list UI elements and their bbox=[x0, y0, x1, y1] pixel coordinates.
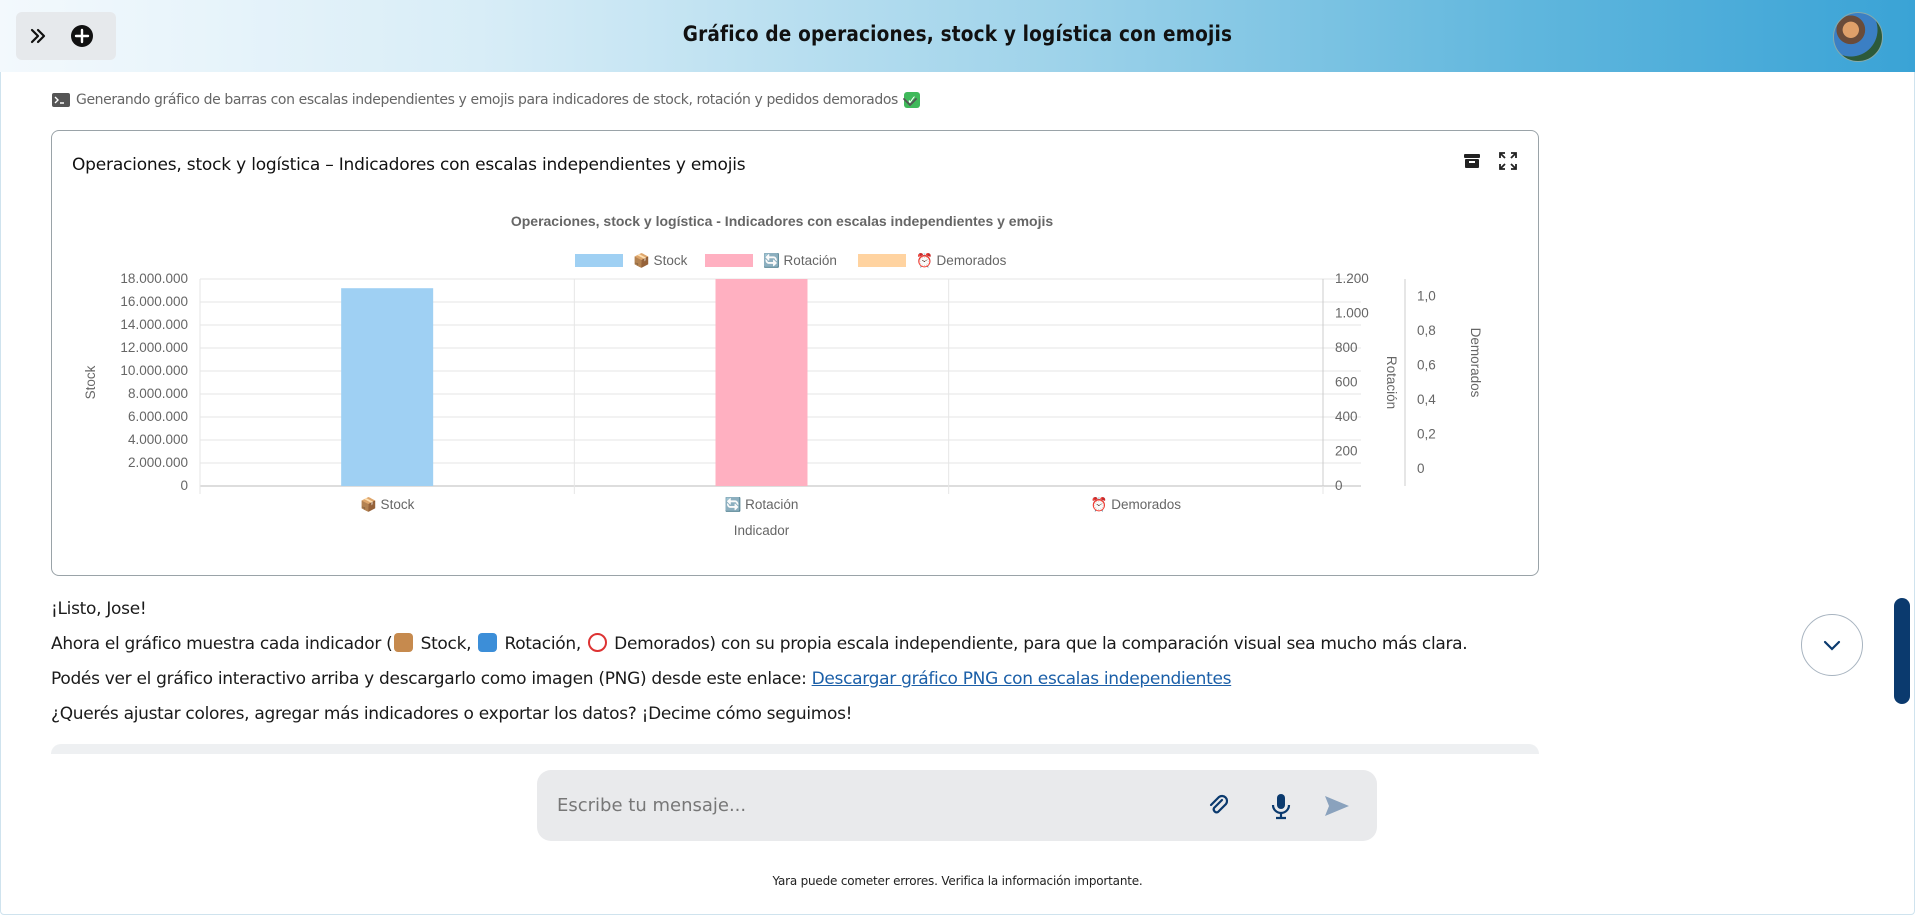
y-tick-stock: 2.000.000 bbox=[128, 455, 188, 470]
tool-status[interactable]: Generando gráfico de barras con escalas … bbox=[52, 90, 920, 110]
legend-swatch bbox=[705, 254, 753, 267]
bar-rotación bbox=[715, 279, 808, 486]
y-tick-rotacion: 0 bbox=[1335, 478, 1343, 493]
message-greeting: ¡Listo, Jose! bbox=[51, 599, 147, 619]
x-tick-label: 📦 Stock bbox=[360, 496, 415, 512]
chart-title: Operaciones, stock y logística - Indicad… bbox=[511, 213, 1054, 229]
legend-label: 🔄 Rotación bbox=[763, 252, 837, 268]
alarm-clock-icon bbox=[588, 633, 608, 652]
y-tick-rotacion: 1.000 bbox=[1335, 306, 1369, 321]
attach-icon[interactable] bbox=[1205, 792, 1233, 820]
double-chevron-right-icon bbox=[30, 28, 46, 44]
y-tick-demorados: 0,8 bbox=[1417, 323, 1436, 338]
y-tick-rotacion: 800 bbox=[1335, 340, 1358, 355]
legend-swatch bbox=[858, 254, 906, 267]
x-tick-label: ⏰ Demorados bbox=[1091, 496, 1182, 512]
scrollbar-thumb[interactable] bbox=[1894, 598, 1910, 704]
axis-label-stock: Stock bbox=[83, 365, 98, 399]
message-input[interactable] bbox=[557, 790, 1157, 820]
y-tick-stock: 14.000.000 bbox=[120, 317, 188, 332]
legend-swatch bbox=[575, 254, 623, 267]
y-tick-rotacion: 1.200 bbox=[1335, 271, 1369, 286]
y-tick-rotacion: 200 bbox=[1335, 444, 1358, 459]
legend-label: 📦 Stock bbox=[633, 252, 688, 268]
expand-sidebar-button[interactable] bbox=[16, 14, 60, 58]
x-axis-label: Indicador bbox=[734, 523, 790, 538]
disclaimer: Yara puede cometer errores. Verifica la … bbox=[772, 874, 1143, 888]
y-tick-stock: 12.000.000 bbox=[120, 340, 188, 355]
terminal-icon bbox=[52, 93, 70, 107]
message-line-3: Podés ver el gráfico interactivo arriba … bbox=[51, 669, 1232, 689]
y-tick-stock: 6.000.000 bbox=[128, 409, 188, 424]
new-chat-button[interactable] bbox=[60, 14, 104, 58]
y-tick-demorados: 0,4 bbox=[1417, 392, 1436, 407]
plus-circle-icon bbox=[71, 25, 93, 47]
assistant-message: ¡Listo, Jose! Ahora el gráfico muestra c… bbox=[51, 596, 1468, 736]
tool-status-text: Generando gráfico de barras con escalas … bbox=[76, 92, 898, 108]
y-tick-stock: 18.000.000 bbox=[120, 271, 188, 286]
y-tick-stock: 0 bbox=[180, 478, 188, 493]
send-icon[interactable] bbox=[1323, 792, 1351, 820]
bar-stock bbox=[341, 288, 434, 486]
scroll-down-button[interactable] bbox=[1801, 614, 1863, 676]
y-tick-demorados: 0 bbox=[1417, 461, 1425, 476]
package-icon bbox=[394, 633, 414, 652]
y-tick-rotacion: 600 bbox=[1335, 375, 1358, 390]
microphone-icon[interactable] bbox=[1267, 792, 1295, 820]
bar-chart: Operaciones, stock y logística - Indicad… bbox=[83, 213, 1483, 538]
rotate-icon bbox=[478, 633, 498, 652]
y-tick-stock: 4.000.000 bbox=[128, 432, 188, 447]
y-tick-demorados: 1,0 bbox=[1417, 288, 1436, 303]
y-tick-stock: 16.000.000 bbox=[120, 294, 188, 309]
y-tick-stock: 8.000.000 bbox=[128, 386, 188, 401]
axis-label-demorados: Demorados bbox=[1468, 328, 1483, 398]
message-line-2: Ahora el gráfico muestra cada indicador … bbox=[51, 633, 1468, 654]
y-tick-stock: 10.000.000 bbox=[120, 363, 188, 378]
y-tick-demorados: 0,2 bbox=[1417, 426, 1436, 441]
legend-label: ⏰ Demorados bbox=[916, 252, 1007, 268]
header-button-group bbox=[16, 12, 116, 60]
x-tick-label: 🔄 Rotación bbox=[725, 496, 799, 512]
message-composer bbox=[537, 770, 1377, 841]
top-bar: Gráfico de operaciones, stock y logístic… bbox=[0, 0, 1915, 72]
message-line-4: ¿Querés ajustar colores, agregar más ind… bbox=[51, 704, 853, 724]
y-tick-rotacion: 400 bbox=[1335, 409, 1358, 424]
next-message-edge bbox=[51, 744, 1539, 754]
chevron-down-icon bbox=[1823, 640, 1841, 651]
download-png-link[interactable]: Descargar gráfico PNG con escalas indepe… bbox=[812, 669, 1232, 689]
chart-card: Operaciones, stock y logística – Indicad… bbox=[51, 130, 1539, 576]
axis-label-rotacion: Rotación bbox=[1384, 356, 1399, 409]
user-avatar[interactable] bbox=[1833, 12, 1883, 62]
chevron-down-icon[interactable] bbox=[900, 92, 920, 112]
y-tick-demorados: 0,6 bbox=[1417, 357, 1436, 372]
page-title: Gráfico de operaciones, stock y logístic… bbox=[682, 22, 1233, 46]
